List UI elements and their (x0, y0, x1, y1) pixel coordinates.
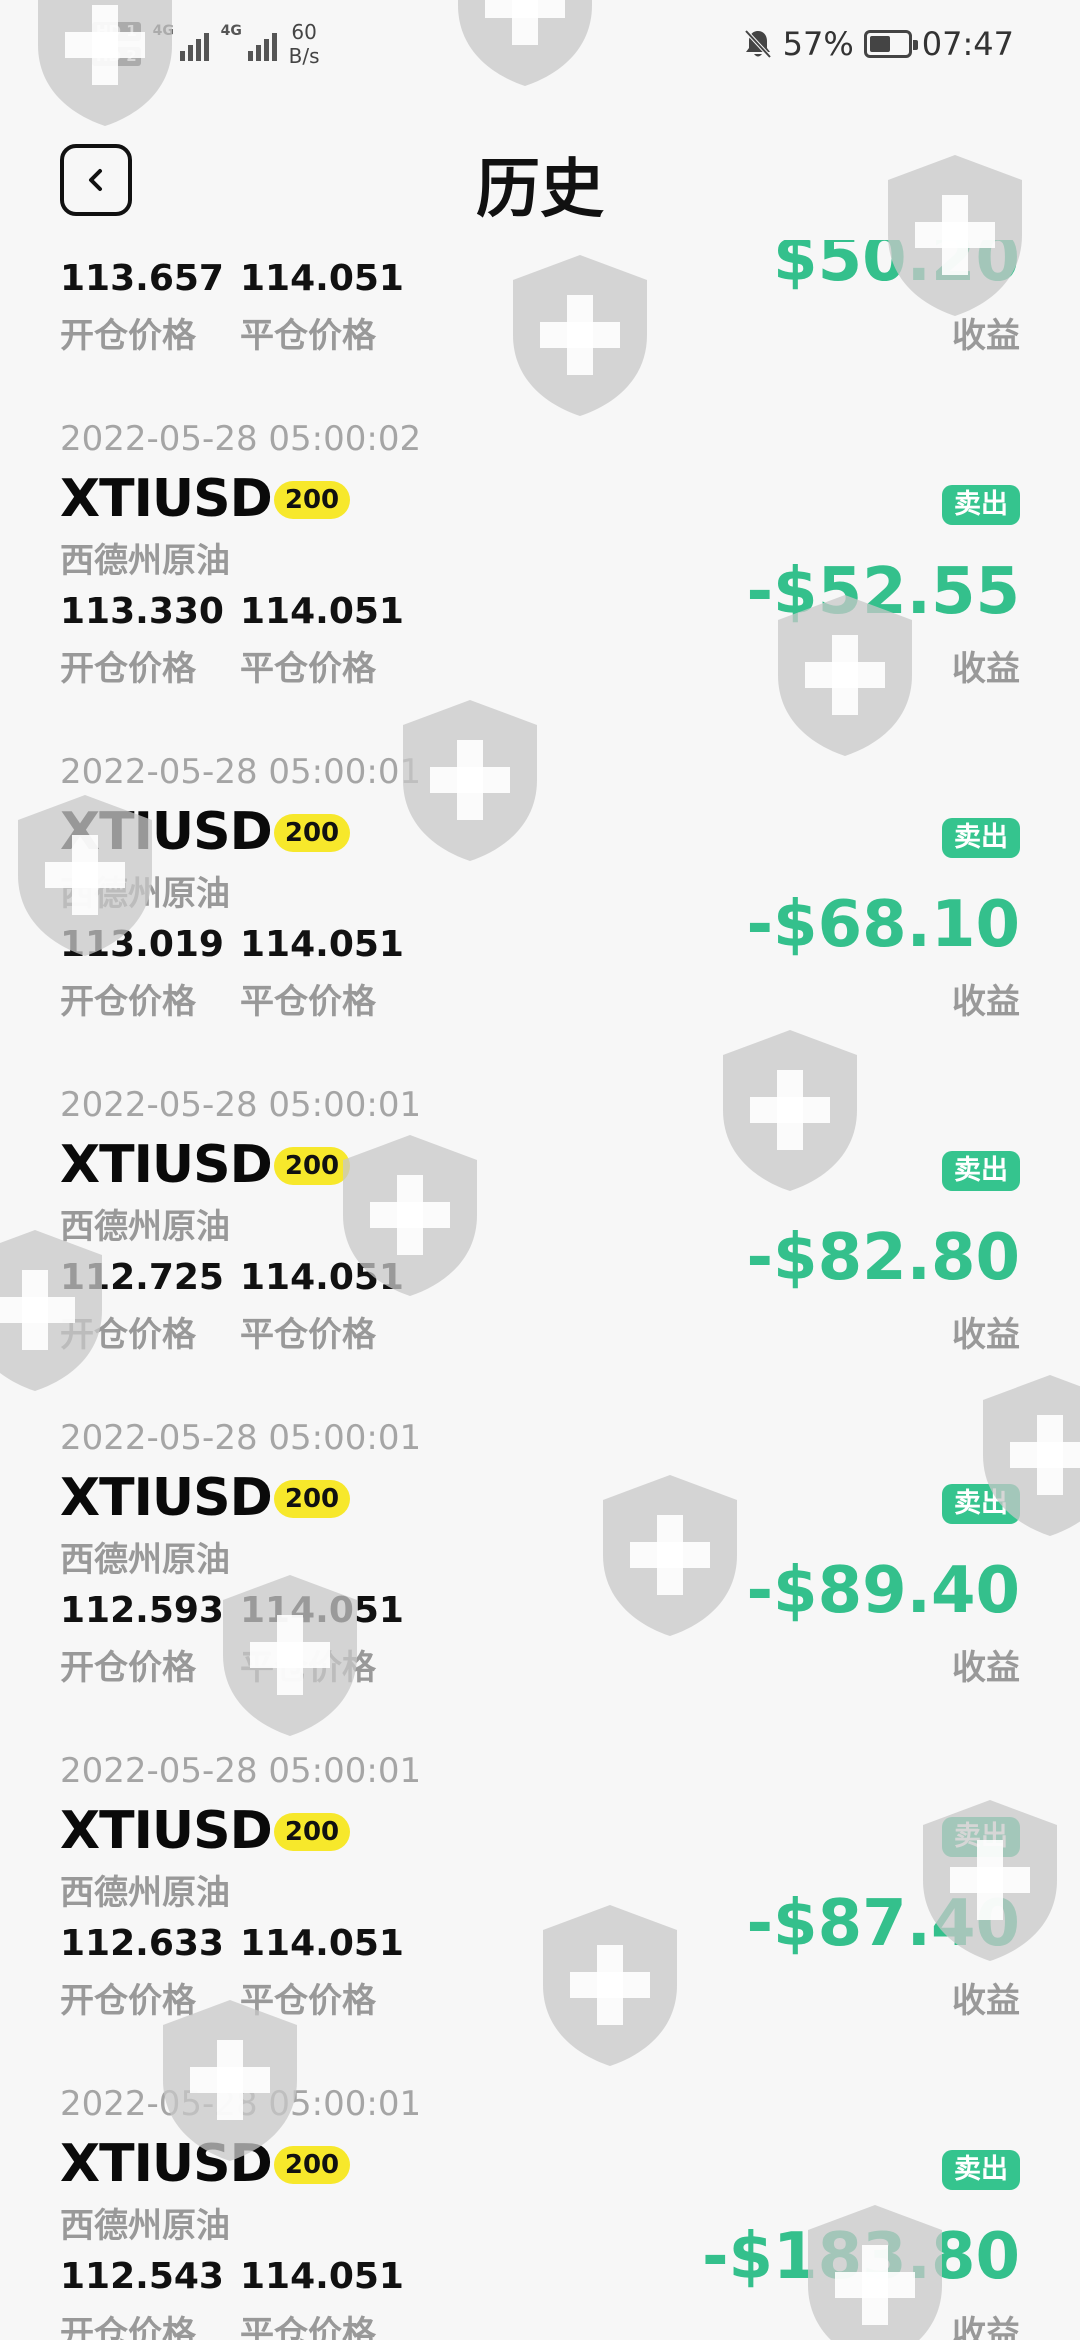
side-badge: 卖出 (942, 818, 1020, 858)
status-bar: HD 1 HD 2 4G 4G 60 B/s 57% 07:47 (0, 0, 1080, 90)
history-entry-partial[interactable]: 113.657 114.051 开仓价格 平仓价格 $50.20 收益 (0, 240, 1080, 405)
close-price: 114.051 (240, 591, 404, 632)
signal-icon-1: 4G (153, 23, 209, 65)
timestamp: 2022-05-28 05:00:01 (60, 752, 422, 792)
side-badge: 卖出 (942, 1151, 1020, 1191)
close-price: 114.051 (240, 258, 404, 299)
quantity-badge: 200 (274, 1813, 350, 1851)
timestamp: 2022-05-28 05:00:02 (60, 419, 422, 459)
close-price-label: 平仓价格 (240, 1315, 376, 1355)
header: 历史 (0, 120, 1080, 240)
close-price: 114.051 (240, 1257, 404, 1298)
open-price: 113.019 (60, 924, 224, 965)
close-price: 114.051 (240, 924, 404, 965)
side-badge: 卖出 (942, 1484, 1020, 1524)
profit-value: $50.20 (773, 240, 1020, 296)
side-badge: 卖出 (942, 1817, 1020, 1857)
open-price-label: 开仓价格 (60, 316, 196, 356)
product-name: 西德州原油 (60, 1873, 230, 1913)
profit-label: 收益 (952, 2314, 1020, 2340)
timestamp: 2022-05-28 05:00:01 (60, 1418, 422, 1458)
profit-value: -$89.40 (746, 1554, 1020, 1628)
close-price-label: 平仓价格 (240, 316, 376, 356)
profit-value: -$52.55 (746, 555, 1020, 629)
clock: 07:47 (921, 25, 1014, 63)
timestamp: 2022-05-28 05:00:01 (60, 1085, 422, 1125)
open-price: 112.543 (60, 2256, 224, 2297)
symbol: XTIUSD (60, 2134, 273, 2194)
side-badge: 卖出 (942, 485, 1020, 525)
close-price-label: 平仓价格 (240, 1648, 376, 1688)
open-price: 113.330 (60, 591, 224, 632)
open-price-label: 开仓价格 (60, 1315, 196, 1355)
profit-label: 收益 (952, 1648, 1020, 1688)
battery-percent: 57% (782, 25, 854, 63)
product-name: 西德州原油 (60, 874, 230, 914)
profit-value: -$82.80 (746, 1221, 1020, 1295)
profit-label: 收益 (952, 649, 1020, 689)
battery-icon (863, 30, 918, 58)
history-entry[interactable]: 2022-05-28 05:00:01 XTIUSD 200 西德州原油 112… (0, 2070, 1080, 2340)
product-name: 西德州原油 (60, 1540, 230, 1580)
open-price-label: 开仓价格 (60, 982, 196, 1022)
open-price: 112.593 (60, 1590, 224, 1631)
history-entry[interactable]: 2022-05-28 05:00:01 XTIUSD 200 西德州原油 112… (0, 1404, 1080, 1737)
quantity-badge: 200 (274, 1147, 350, 1185)
profit-label: 收益 (952, 982, 1020, 1022)
open-price: 112.725 (60, 1257, 224, 1298)
quantity-badge: 200 (274, 1480, 350, 1518)
product-name: 西德州原油 (60, 541, 230, 581)
close-price-label: 平仓价格 (240, 982, 376, 1022)
product-name: 西德州原油 (60, 2206, 230, 2246)
symbol: XTIUSD (60, 1801, 273, 1861)
symbol: XTIUSD (60, 1135, 273, 1195)
timestamp: 2022-05-28 05:00:01 (60, 1751, 422, 1791)
open-price: 112.633 (60, 1923, 224, 1964)
network-speed: 60 B/s (288, 20, 320, 68)
quantity-badge: 200 (274, 481, 350, 519)
history-entry[interactable]: 2022-05-28 05:00:01 XTIUSD 200 西德州原油 112… (0, 1737, 1080, 2070)
sim2-hd-icon: HD 2 (92, 47, 141, 66)
product-name: 西德州原油 (60, 1207, 230, 1247)
sim1-hd-icon: HD 1 (92, 22, 141, 41)
side-badge: 卖出 (942, 2150, 1020, 2190)
open-price-label: 开仓价格 (60, 2314, 196, 2340)
history-list[interactable]: 113.657 114.051 开仓价格 平仓价格 $50.20 收益 2022… (0, 240, 1080, 2340)
close-price-label: 平仓价格 (240, 649, 376, 689)
quantity-badge: 200 (274, 2146, 350, 2184)
symbol: XTIUSD (60, 469, 273, 529)
profit-label: 收益 (952, 1981, 1020, 2021)
symbol: XTIUSD (60, 1468, 273, 1528)
page-title: 历史 (476, 153, 604, 227)
quantity-badge: 200 (274, 814, 350, 852)
close-price: 114.051 (240, 1590, 404, 1631)
profit-label: 收益 (952, 1315, 1020, 1355)
close-price: 114.051 (240, 1923, 404, 1964)
profit-label: 收益 (952, 316, 1020, 356)
profit-value: -$68.10 (746, 888, 1020, 962)
timestamp: 2022-05-28 05:00:01 (60, 2084, 422, 2124)
symbol: XTIUSD (60, 802, 273, 862)
profit-value: -$87.40 (746, 1887, 1020, 1961)
close-price-label: 平仓价格 (240, 2314, 376, 2340)
close-price-label: 平仓价格 (240, 1981, 376, 2021)
signal-icon-2: 4G (221, 23, 277, 65)
history-entry[interactable]: 2022-05-28 05:00:01 XTIUSD 200 西德州原油 112… (0, 1071, 1080, 1404)
open-price-label: 开仓价格 (60, 1648, 196, 1688)
bell-off-icon (744, 29, 772, 59)
history-entry[interactable]: 2022-05-28 05:00:02 XTIUSD 200 西德州原油 113… (0, 405, 1080, 738)
history-entry[interactable]: 2022-05-28 05:00:01 XTIUSD 200 西德州原油 113… (0, 738, 1080, 1071)
profit-value: -$183.80 (701, 2220, 1020, 2294)
open-price: 113.657 (60, 258, 224, 299)
close-price: 114.051 (240, 2256, 404, 2297)
open-price-label: 开仓价格 (60, 649, 196, 689)
open-price-label: 开仓价格 (60, 1981, 196, 2021)
